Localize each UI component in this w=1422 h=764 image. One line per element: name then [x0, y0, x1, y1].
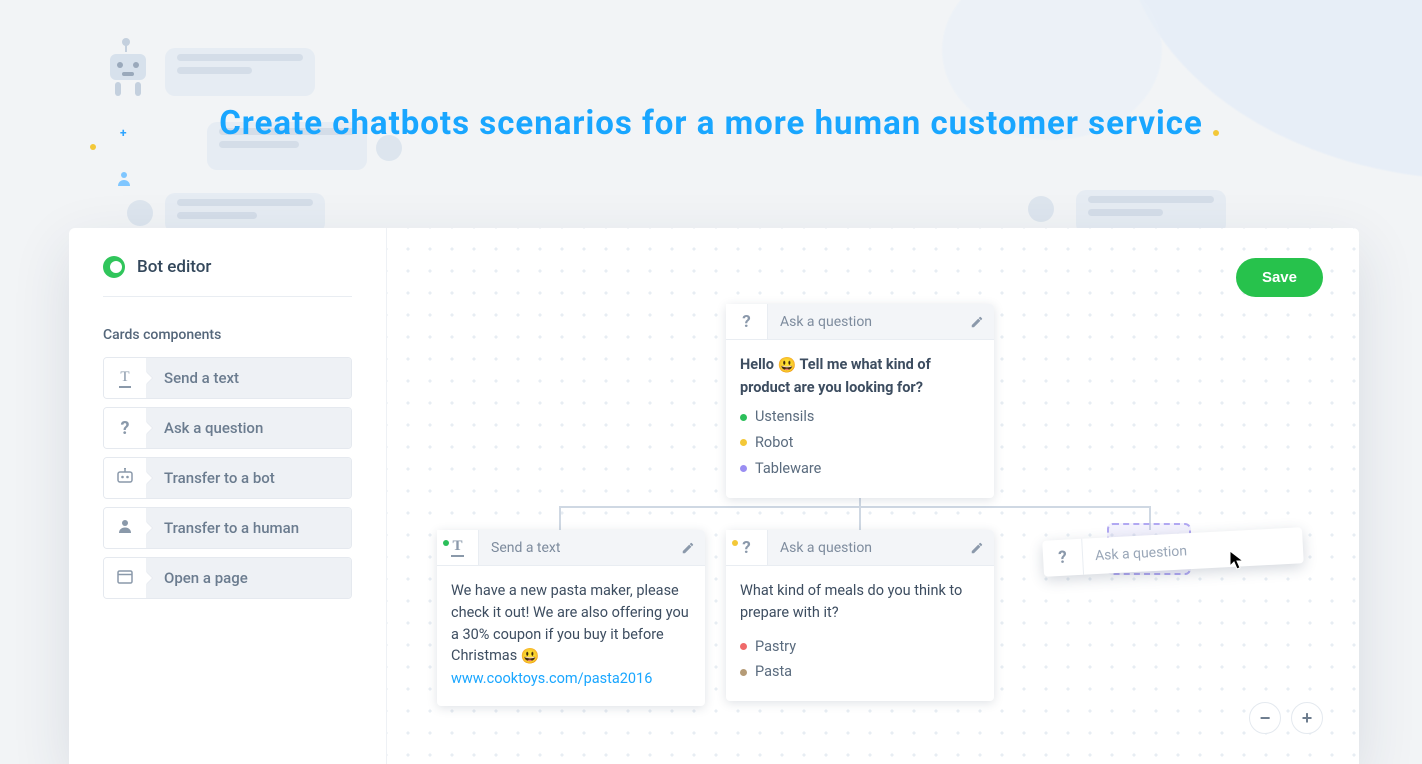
- smile-emoji: 😃: [778, 356, 797, 374]
- option-dot: [740, 669, 747, 676]
- option-dot: [740, 465, 747, 472]
- sidebar-title: Bot editor: [137, 257, 211, 277]
- node-text: We have a new pasta maker, please check …: [451, 582, 689, 664]
- zoom-controls: − +: [1249, 702, 1323, 734]
- node-body: What kind of meals do you think to prepa…: [726, 566, 994, 701]
- edit-node-button[interactable]: [960, 315, 994, 329]
- option-dot: [740, 414, 747, 421]
- sidebar-header: Bot editor: [103, 256, 352, 297]
- component-send-text[interactable]: T Send a text: [103, 357, 352, 399]
- node-send-text[interactable]: T Send a text We have a new pasta maker,…: [437, 530, 705, 706]
- edit-node-button[interactable]: [671, 541, 705, 555]
- component-label: Send a text: [146, 358, 351, 398]
- node-text: Hello 😃 Tell me what kind of product are…: [740, 356, 931, 396]
- node-header: T Send a text: [437, 530, 705, 566]
- page-title: Create chatbots scenarios for a more hum…: [0, 102, 1422, 147]
- ghost-avatar: [127, 200, 153, 226]
- node-type-label: Ask a question: [768, 314, 960, 330]
- option-item[interactable]: Ustensils: [740, 404, 980, 430]
- option-dot: [740, 439, 747, 446]
- app-window: Bot editor Cards components T Send a tex…: [69, 228, 1359, 764]
- component-transfer-bot[interactable]: Transfer to a bot: [103, 457, 352, 499]
- node-ask-question-robot[interactable]: ? Ask a question What kind of meals do y…: [726, 530, 994, 701]
- component-label: Transfer to a human: [146, 508, 351, 548]
- option-item[interactable]: Robot: [740, 430, 980, 456]
- question-icon: ?: [726, 304, 768, 339]
- smile-emoji: 😃: [521, 647, 540, 665]
- connector: [559, 506, 561, 530]
- node-header: ? Ask a question: [726, 304, 994, 340]
- text-icon: T: [437, 530, 479, 565]
- save-button[interactable]: Save: [1236, 258, 1323, 297]
- node-ask-question-root[interactable]: ? Ask a question Hello 😃 Tell me what ki…: [726, 304, 994, 498]
- text-icon: T: [119, 369, 130, 388]
- component-label: Transfer to a bot: [146, 458, 351, 498]
- node-options: Pastry Pasta: [740, 634, 980, 686]
- option-item[interactable]: Pasta: [740, 659, 980, 685]
- edit-node-button[interactable]: [960, 541, 994, 555]
- zoom-out-button[interactable]: −: [1249, 702, 1281, 734]
- connector: [559, 506, 1151, 508]
- question-icon: ?: [1042, 539, 1084, 577]
- component-label: Ask a question: [146, 408, 351, 448]
- node-options: Ustensils Robot Tableware: [740, 404, 980, 481]
- zoom-in-button[interactable]: +: [1291, 702, 1323, 734]
- ghost-avatar: [1028, 196, 1054, 222]
- ghost-bubble: [165, 48, 315, 96]
- component-label: Open a page: [146, 558, 351, 598]
- person-icon: [118, 172, 130, 190]
- option-dot: [740, 643, 747, 650]
- robot-illustration: [105, 42, 151, 98]
- node-body: Hello 😃 Tell me what kind of product are…: [726, 340, 994, 498]
- cursor-icon: [1229, 550, 1245, 575]
- scenario-canvas[interactable]: Save ? Ask a question Hello 😃 Tell me wh…: [387, 228, 1359, 764]
- component-ask-question[interactable]: ? Ask a question: [103, 407, 352, 449]
- node-header: ? Ask a question: [726, 530, 994, 566]
- node-type-label: Send a text: [479, 540, 671, 556]
- page-icon: [117, 569, 133, 588]
- option-item[interactable]: Tableware: [740, 456, 980, 482]
- bot-icon: [116, 468, 134, 488]
- component-open-page[interactable]: Open a page: [103, 557, 352, 599]
- ghost-bubble: [165, 193, 325, 233]
- question-icon: ?: [726, 530, 768, 565]
- node-type-label: Ask a question: [768, 540, 960, 556]
- components-section-label: Cards components: [103, 327, 352, 343]
- dragging-card-ask-question[interactable]: ? Ask a question: [1042, 527, 1304, 577]
- decorative-blob: [1122, 0, 1422, 180]
- node-type-label: Ask a question: [1083, 537, 1304, 564]
- component-transfer-human[interactable]: Transfer to a human: [103, 507, 352, 549]
- question-icon: ?: [121, 418, 130, 439]
- option-item[interactable]: Pastry: [740, 634, 980, 660]
- node-link[interactable]: www.cooktoys.com/pasta2016: [451, 670, 652, 687]
- node-body: We have a new pasta maker, please check …: [437, 566, 705, 706]
- app-logo-icon: [103, 256, 125, 278]
- node-text: What kind of meals do you think to prepa…: [740, 582, 962, 621]
- human-icon: [117, 518, 133, 538]
- sidebar: Bot editor Cards components T Send a tex…: [69, 228, 387, 764]
